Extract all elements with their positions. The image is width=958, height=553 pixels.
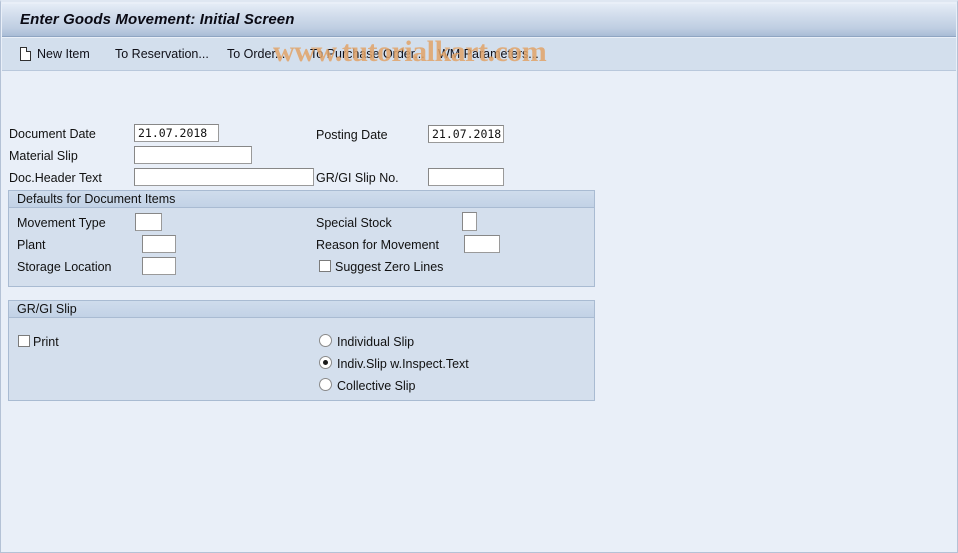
document-date-label: Document Date xyxy=(9,127,96,141)
radio-individual-slip-label: Individual Slip xyxy=(337,335,415,349)
material-slip-label: Material Slip xyxy=(9,149,78,163)
window-title-bar: Enter Goods Movement: Initial Screen xyxy=(2,4,956,37)
defaults-group-title: Defaults for Document Items xyxy=(17,192,176,206)
radio-indiv-slip-with-inspect-text[interactable] xyxy=(319,356,332,369)
suggest-zero-lines-checkbox[interactable] xyxy=(319,260,331,272)
slip-group-header: GR/GI Slip xyxy=(9,301,594,318)
document-date-field[interactable]: 21.07.2018 xyxy=(134,124,219,142)
to-reservation-button[interactable]: To Reservation... xyxy=(115,38,209,70)
radio-individual-slip[interactable] xyxy=(319,334,332,347)
defaults-group-header: Defaults for Document Items xyxy=(9,191,594,208)
special-stock-label: Special Stock xyxy=(316,216,392,230)
print-label: Print xyxy=(33,335,59,349)
suggest-zero-lines-label: Suggest Zero Lines xyxy=(335,260,444,274)
wm-parameters-button[interactable]: WM Parameters... xyxy=(438,38,539,70)
movement-type-label: Movement Type xyxy=(17,216,106,230)
plant-label: Plant xyxy=(17,238,46,252)
reason-for-movement-field[interactable] xyxy=(464,235,500,253)
wm-parameters-label: WM Parameters... xyxy=(438,47,539,61)
storage-location-label: Storage Location xyxy=(17,260,112,274)
to-purchase-order-label: To Purchase Order... xyxy=(310,47,425,61)
slip-group-body: Print Individual Slip Indiv.Slip w.Inspe… xyxy=(9,319,594,400)
application-toolbar: New Item To Reservation... To Order... T… xyxy=(2,38,956,71)
reason-for-movement-label: Reason for Movement xyxy=(316,238,439,252)
plant-field[interactable] xyxy=(142,235,176,253)
material-slip-field[interactable] xyxy=(134,146,252,164)
to-purchase-order-button[interactable]: To Purchase Order... xyxy=(310,38,425,70)
new-item-label: New Item xyxy=(37,47,90,61)
doc-header-text-field[interactable] xyxy=(134,168,314,186)
special-stock-field[interactable] xyxy=(462,212,477,231)
gr-gi-slip-no-field[interactable] xyxy=(428,168,504,186)
radio-indiv-slip-with-inspect-text-label: Indiv.Slip w.Inspect.Text xyxy=(337,357,469,371)
gr-gi-slip-group: GR/GI Slip Print Individual Slip Indiv.S… xyxy=(8,300,595,401)
to-reservation-label: To Reservation... xyxy=(115,47,209,61)
document-icon xyxy=(20,47,31,61)
defaults-for-document-items-group: Defaults for Document Items Movement Typ… xyxy=(8,190,595,287)
sap-gui-window: Enter Goods Movement: Initial Screen New… xyxy=(0,0,958,553)
to-order-label: To Order... xyxy=(227,47,286,61)
slip-group-title: GR/GI Slip xyxy=(17,302,77,316)
gr-gi-slip-no-label: GR/GI Slip No. xyxy=(316,171,399,185)
page-title: Enter Goods Movement: Initial Screen xyxy=(20,11,295,28)
doc-header-text-label: Doc.Header Text xyxy=(9,171,102,185)
new-item-button[interactable]: New Item xyxy=(20,38,90,70)
to-order-button[interactable]: To Order... xyxy=(227,38,285,70)
posting-date-field[interactable]: 21.07.2018 xyxy=(428,125,504,143)
radio-collective-slip[interactable] xyxy=(319,378,332,391)
posting-date-label: Posting Date xyxy=(316,128,388,142)
print-checkbox[interactable] xyxy=(18,335,30,347)
storage-location-field[interactable] xyxy=(142,257,176,275)
defaults-group-body: Movement Type Special Stock Plant Reason… xyxy=(9,209,594,286)
movement-type-field[interactable] xyxy=(135,213,162,231)
radio-collective-slip-label: Collective Slip xyxy=(337,379,416,393)
